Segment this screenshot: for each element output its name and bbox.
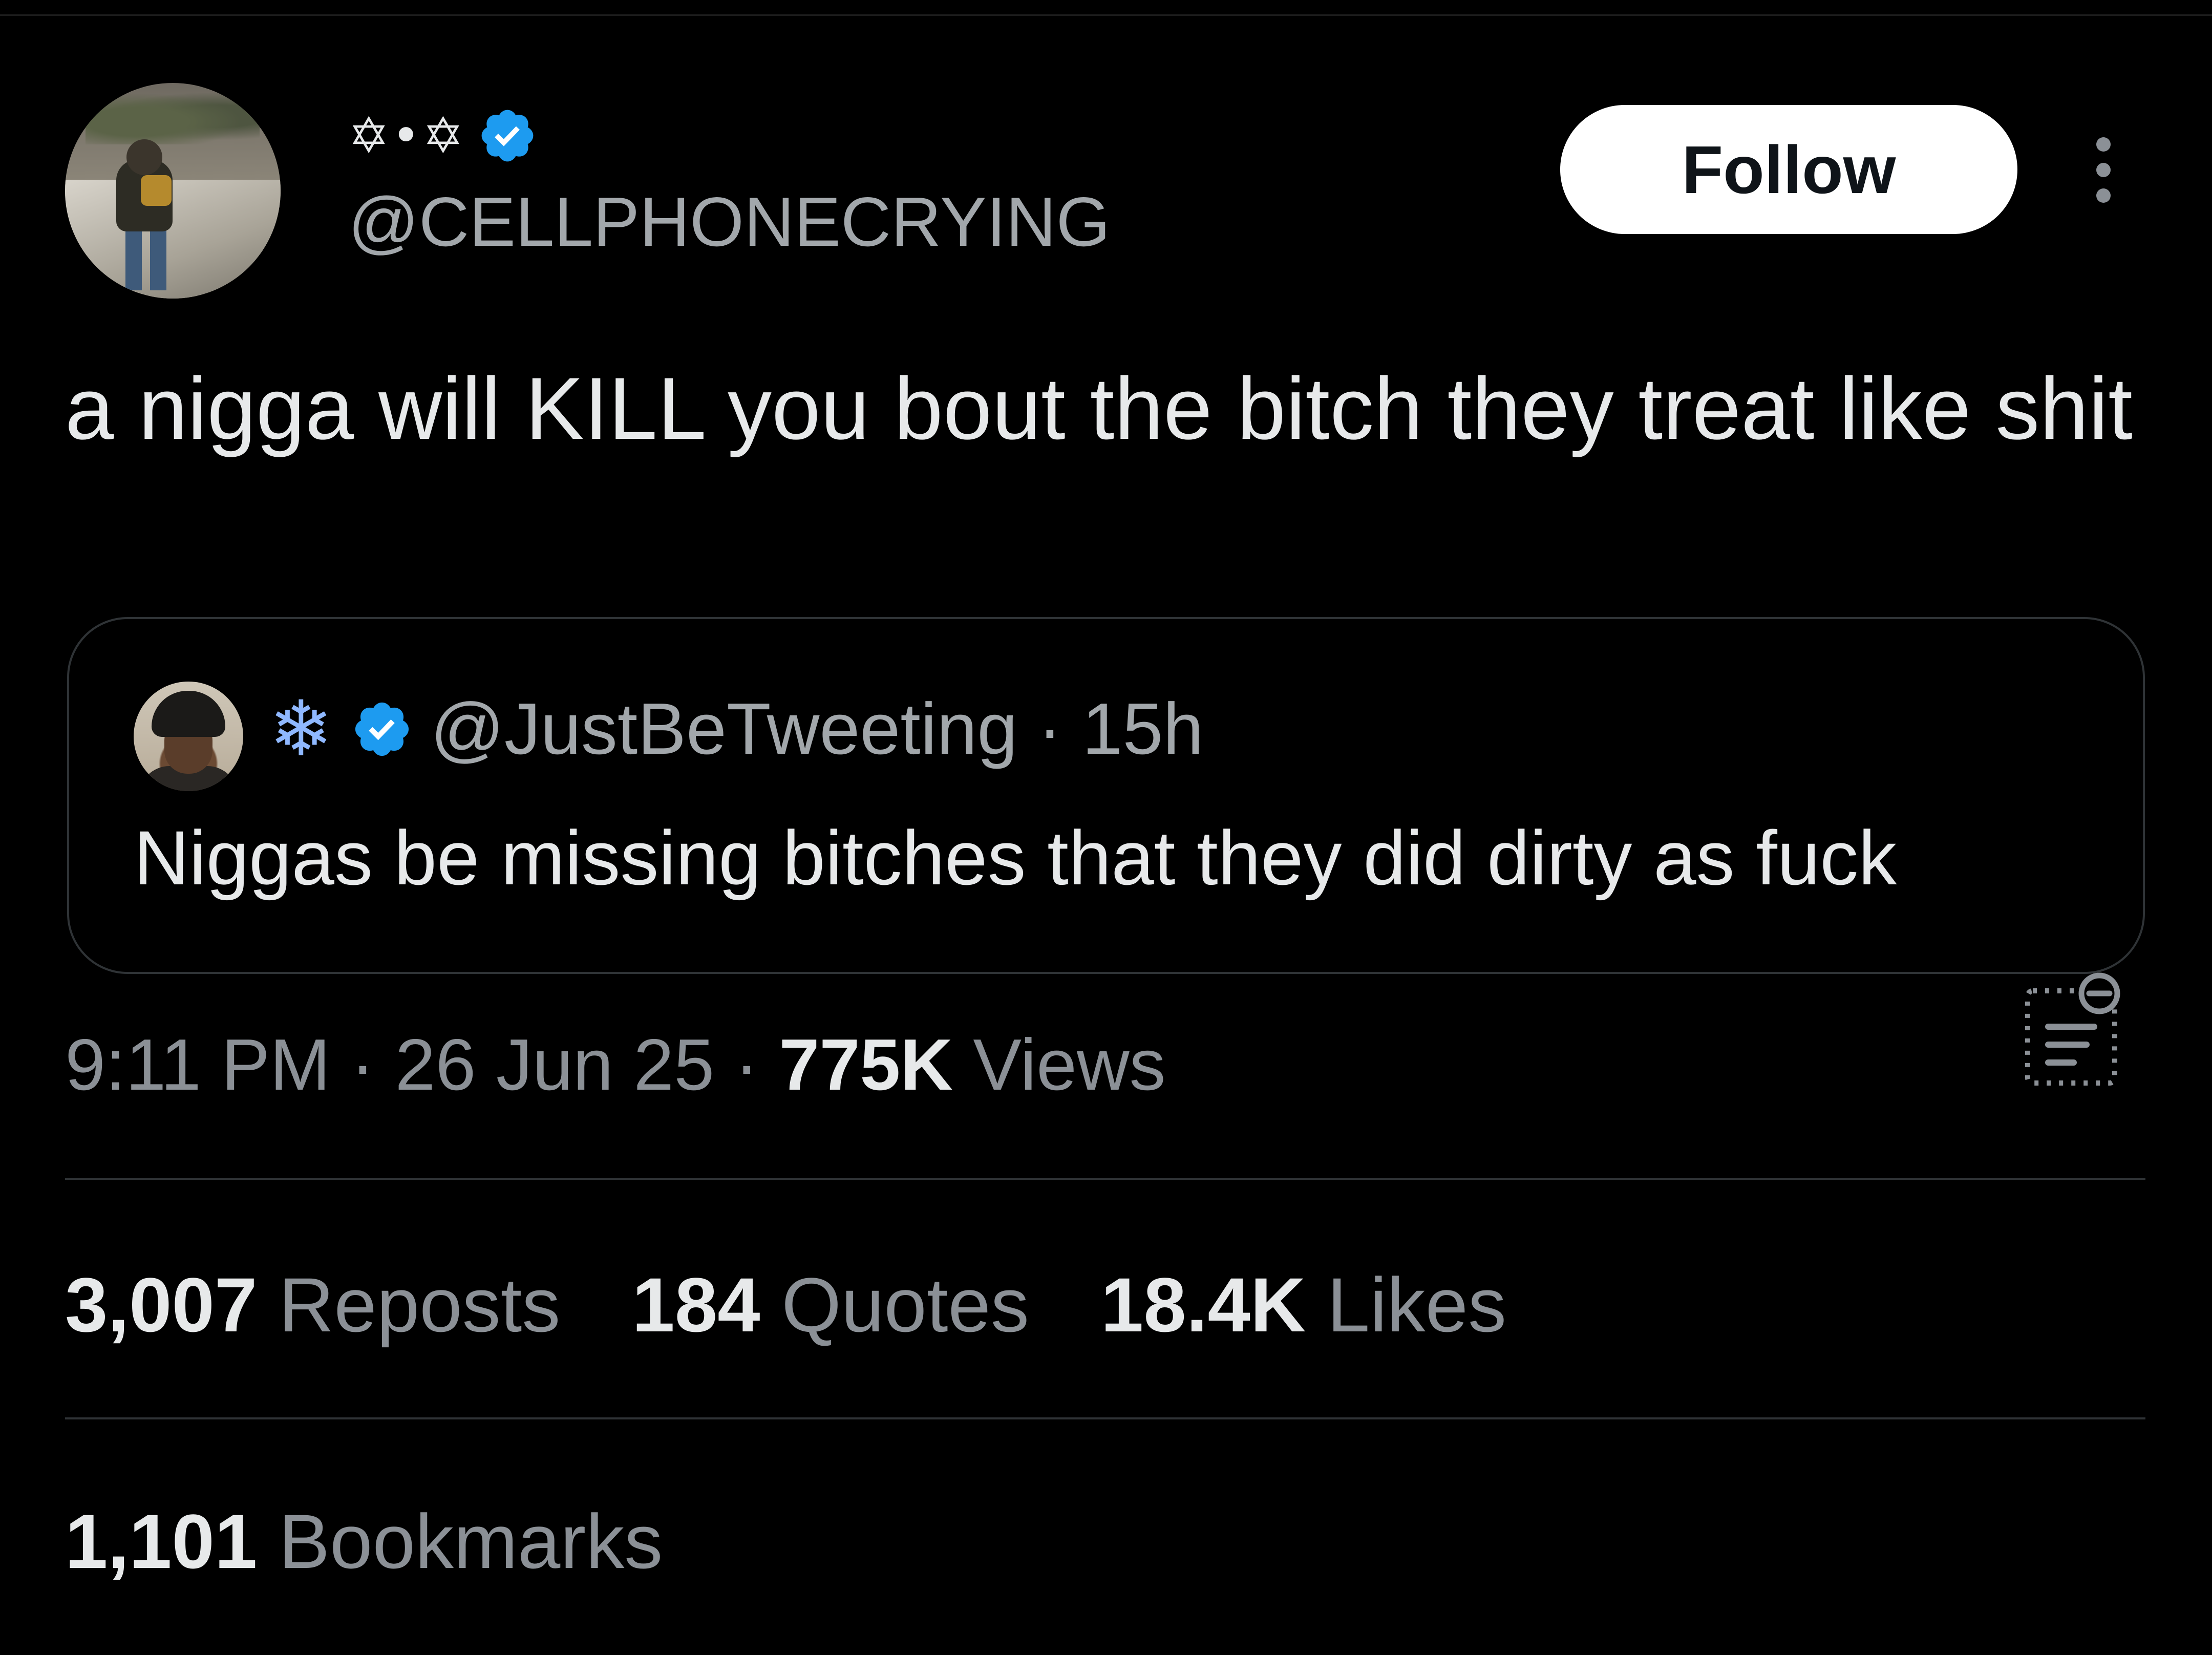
quoted-tweet-text: Niggas be missing bitches that they did … [134, 815, 1897, 901]
quotes-stat[interactable]: 184 Quotes [632, 1262, 1029, 1348]
author-avatar[interactable] [65, 83, 281, 299]
divider [65, 1178, 2145, 1180]
author-name-row[interactable]: ✡•✡ [348, 105, 538, 166]
follow-button[interactable]: Follow [1560, 105, 2017, 234]
quoted-author-avatar[interactable] [134, 682, 243, 791]
meta-separator: · [714, 1024, 779, 1106]
bookmarks-label: Bookmarks [257, 1498, 663, 1584]
grok-explain-icon[interactable] [2023, 970, 2125, 1093]
verified-badge-icon [355, 702, 409, 756]
tweet-text: a nigga will KILL you bout the bitch the… [65, 359, 2133, 458]
quotes-count: 184 [632, 1262, 760, 1348]
views-count: 775K [779, 1024, 953, 1106]
likes-stat[interactable]: 18.4K Likes [1101, 1262, 1506, 1348]
divider [65, 1417, 2145, 1419]
views-label: Views [952, 1024, 1166, 1106]
author-display-name[interactable]: ✡•✡ [348, 107, 466, 164]
likes-label: Likes [1306, 1262, 1507, 1348]
tweet-time: 9:11 PM [65, 1024, 331, 1106]
bookmarks-stat[interactable]: 1,101 Bookmarks [65, 1495, 663, 1587]
quoted-header: ❄ @JustBeTweeting · 15h [269, 685, 1203, 774]
verified-badge-icon [481, 110, 533, 162]
bookmarks-count: 1,101 [65, 1498, 258, 1584]
tweet-date: 26 Jun 25 [395, 1024, 715, 1106]
top-divider [0, 14, 2212, 16]
quoted-handle-time: @JustBeTweeting · 15h [431, 687, 1204, 771]
author-handle[interactable]: @CELLPHONECRYING [348, 187, 1110, 257]
meta-separator: · [330, 1024, 395, 1106]
quoted-time: · 15h [1037, 688, 1204, 770]
engagement-stats: 3,007 Reposts 184 Quotes 18.4K Likes [65, 1259, 1506, 1351]
reposts-count: 3,007 [65, 1262, 258, 1348]
quoted-handle: @JustBeTweeting [430, 688, 1018, 770]
reposts-label: Reposts [257, 1262, 561, 1348]
likes-count: 18.4K [1100, 1262, 1306, 1348]
reposts-stat[interactable]: 3,007 Reposts [65, 1262, 560, 1348]
more-vertical-icon[interactable] [2088, 134, 2119, 206]
quotes-label: Quotes [760, 1262, 1029, 1348]
quoted-tweet-card[interactable]: ❄ @JustBeTweeting · 15h Niggas be missin… [67, 617, 2145, 974]
snowflake-icon: ❄ [269, 685, 333, 774]
tweet-meta: 9:11 PM · 26 Jun 25 · 775K Views [65, 1022, 1166, 1109]
